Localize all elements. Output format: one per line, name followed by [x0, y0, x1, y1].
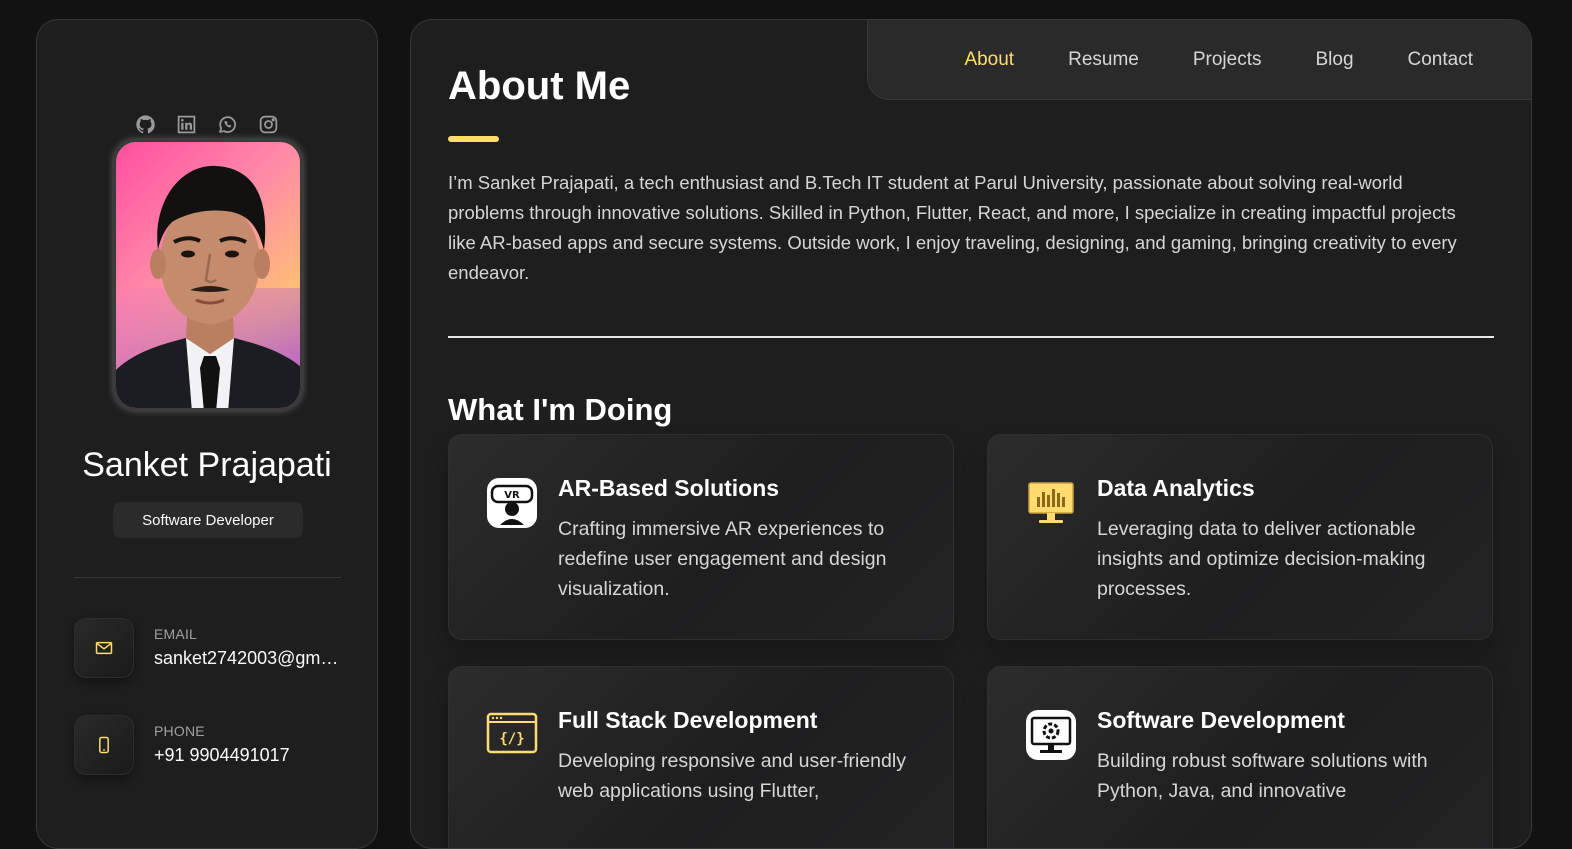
service-card-fullstack: {/} Full Stack Development Developing re… [448, 666, 954, 848]
social-links [37, 114, 377, 135]
nav-resume[interactable]: Resume [1068, 49, 1139, 71]
nav-contact[interactable]: Contact [1408, 49, 1473, 71]
mail-icon [74, 618, 134, 678]
service-card-ar: VR AR-Based Solutions Crafting immersive… [448, 434, 954, 640]
service-title: Software Development [1097, 707, 1345, 733]
page-title: About Me [448, 64, 631, 108]
service-title: AR-Based Solutions [558, 475, 780, 501]
contact-label: PHONE [154, 723, 205, 739]
nav-blog[interactable]: Blog [1315, 49, 1353, 71]
nav-about[interactable]: About [964, 49, 1014, 71]
service-desc: Crafting immersive AR experiences to red… [558, 518, 887, 600]
svg-text:{/}: {/} [499, 731, 524, 747]
main-content: About Resume Projects Blog Contact About… [410, 19, 1532, 849]
contact-label: EMAIL [154, 626, 198, 642]
github-icon[interactable] [135, 114, 156, 135]
instagram-icon[interactable] [258, 114, 279, 135]
service-desc: Developing responsive and user-friendly … [558, 750, 906, 802]
service-card-data: Data Analytics Leveraging data to delive… [987, 434, 1493, 640]
vr-headset-icon: VR [486, 477, 538, 529]
service-desc: Building robust software solutions with … [1097, 750, 1428, 802]
service-desc: Leveraging data to deliver actionable in… [1097, 518, 1426, 600]
title-underline [448, 136, 499, 142]
email-link[interactable]: sanket2742003@gmail.com [154, 648, 344, 669]
linkedin-icon[interactable] [176, 114, 197, 135]
service-card-software: Software Development Building robust sof… [987, 666, 1493, 848]
navbar: About Resume Projects Blog Contact [867, 20, 1531, 100]
contact-phone: PHONE +91 9904491017 [74, 715, 364, 775]
about-text: I’m Sanket Prajapati, a tech enthusiast … [448, 172, 1457, 283]
nav-projects[interactable]: Projects [1193, 49, 1262, 71]
sidebar-divider [74, 577, 341, 578]
svg-text:VR: VR [504, 490, 520, 501]
section-title: What I'm Doing [448, 392, 673, 427]
profile-name: Sanket Prajapati [82, 446, 332, 484]
contact-email: EMAIL sanket2742003@gmail.com [74, 618, 364, 678]
sidebar: Sanket Prajapati Software Developer EMAI… [36, 19, 378, 849]
phone-link[interactable]: +91 9904491017 [154, 745, 344, 766]
service-title: Full Stack Development [558, 707, 818, 733]
phone-icon [74, 715, 134, 775]
avatar [114, 140, 302, 410]
analytics-monitor-icon [1025, 477, 1077, 529]
software-monitor-icon [1025, 709, 1077, 761]
whatsapp-icon[interactable] [217, 114, 238, 135]
service-title: Data Analytics [1097, 475, 1255, 501]
profile-title-badge: Software Developer [113, 502, 303, 538]
code-window-icon: {/} [486, 709, 538, 761]
section-divider [448, 336, 1494, 338]
